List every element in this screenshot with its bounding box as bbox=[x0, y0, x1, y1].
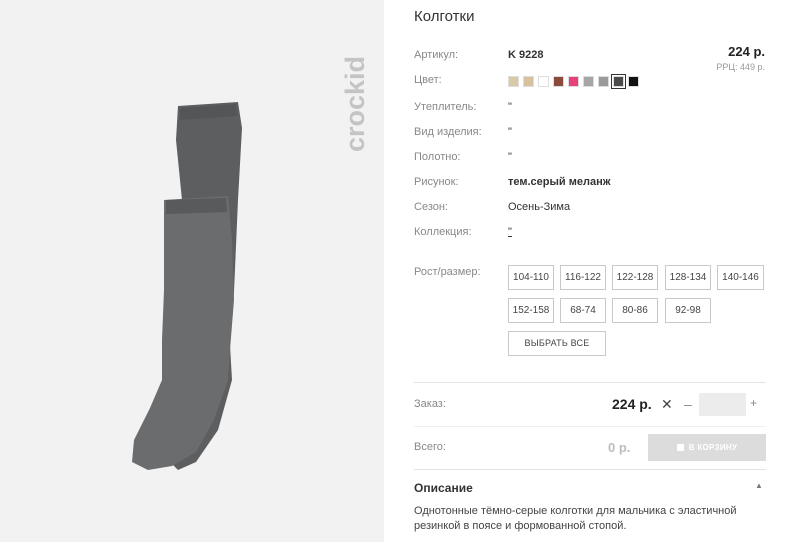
total-value: 0 р. bbox=[608, 440, 631, 455]
select-all-button[interactable]: ВЫБРАТЬ ВСЕ bbox=[508, 331, 606, 356]
add-to-cart-label: В КОРЗИНУ bbox=[688, 443, 738, 452]
color-swatch[interactable] bbox=[523, 76, 534, 87]
divider bbox=[414, 426, 766, 427]
quantity-input[interactable] bbox=[699, 393, 746, 416]
rrp-price: РРЦ: 449 р. bbox=[716, 62, 765, 72]
collection-label: Коллекция: bbox=[414, 226, 472, 238]
multiply-icon: ✕ bbox=[661, 396, 673, 412]
size-option[interactable]: 140-146 bbox=[717, 265, 764, 290]
article-label: Артикул: bbox=[414, 49, 459, 61]
order-label: Заказ: bbox=[414, 398, 446, 410]
collapse-icon[interactable]: ▲ bbox=[755, 481, 763, 490]
color-swatch[interactable] bbox=[583, 76, 594, 87]
size-option[interactable]: 92-98 bbox=[665, 298, 711, 323]
divider bbox=[414, 469, 766, 470]
color-swatch[interactable] bbox=[508, 76, 519, 87]
color-swatches bbox=[508, 74, 639, 89]
insulation-label: Утеплитель: bbox=[414, 101, 477, 113]
size-option[interactable]: 68-74 bbox=[560, 298, 606, 323]
color-swatch[interactable] bbox=[538, 76, 549, 87]
color-swatch[interactable] bbox=[553, 76, 564, 87]
bag-icon bbox=[676, 444, 684, 451]
product-price: 224 р. bbox=[728, 44, 765, 59]
brand-logo: crockid bbox=[340, 56, 370, 152]
color-swatch[interactable] bbox=[628, 76, 639, 87]
season-label: Сезон: bbox=[414, 201, 448, 213]
decrease-quantity-button[interactable]: – bbox=[684, 396, 692, 412]
item-type-value: " bbox=[508, 126, 512, 138]
add-to-cart-button[interactable]: В КОРЗИНУ bbox=[648, 434, 766, 461]
size-option[interactable]: 128-134 bbox=[665, 265, 711, 290]
color-swatch[interactable] bbox=[611, 74, 626, 89]
size-option[interactable]: 80-86 bbox=[612, 298, 658, 323]
size-option[interactable]: 116-122 bbox=[560, 265, 606, 290]
size-option[interactable]: 152-158 bbox=[508, 298, 554, 323]
fabric-label: Полотно: bbox=[414, 151, 461, 163]
product-image-panel: crockid bbox=[0, 0, 384, 542]
divider bbox=[414, 382, 766, 383]
pattern-label: Рисунок: bbox=[414, 176, 459, 188]
description-title[interactable]: Описание bbox=[414, 481, 473, 495]
color-swatch[interactable] bbox=[568, 76, 579, 87]
total-label: Всего: bbox=[414, 441, 446, 453]
size-option[interactable]: 104-110 bbox=[508, 265, 554, 290]
item-type-label: Вид изделия: bbox=[414, 126, 482, 138]
article-value: K 9228 bbox=[508, 49, 544, 61]
insulation-value: " bbox=[508, 101, 512, 113]
description-text: Однотонные тёмно-серые колготки для маль… bbox=[414, 505, 737, 532]
season-value: Осень-Зима bbox=[508, 201, 571, 213]
order-price: 224 р. bbox=[612, 396, 652, 412]
collection-value[interactable]: " bbox=[508, 226, 512, 238]
brand-logo-text: crockid bbox=[340, 56, 370, 152]
size-option[interactable]: 122-128 bbox=[612, 265, 658, 290]
product-photo bbox=[132, 102, 242, 470]
color-swatch[interactable] bbox=[598, 76, 609, 87]
pattern-value: тем.серый меланж bbox=[508, 176, 611, 188]
fabric-value: " bbox=[508, 151, 512, 163]
size-label: Рост/размер: bbox=[414, 266, 481, 278]
product-title: Колготки bbox=[414, 8, 475, 25]
color-label: Цвет: bbox=[414, 74, 442, 86]
increase-quantity-button[interactable]: + bbox=[750, 396, 757, 410]
